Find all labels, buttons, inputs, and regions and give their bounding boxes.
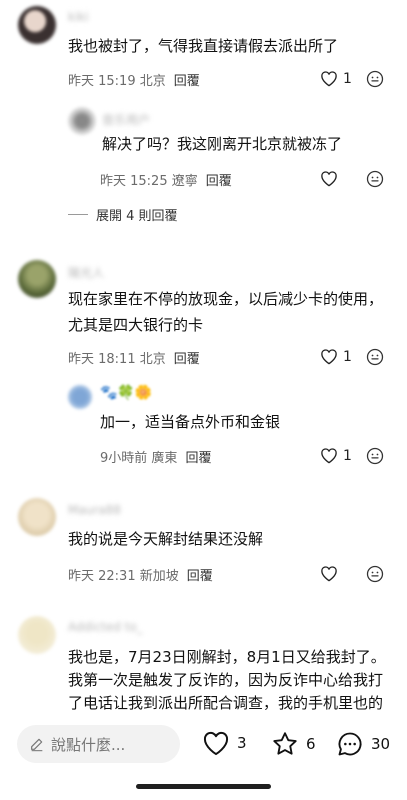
heart-outline-icon	[321, 566, 337, 582]
favorite-count: 6	[306, 735, 316, 753]
home-indicator[interactable]	[136, 784, 271, 789]
comment-text-line-1: 现在家里在不停的放现金，以后减少卡的使用，	[68, 290, 384, 308]
post-like-button[interactable]: 3	[202, 730, 247, 756]
more-button[interactable]	[366, 565, 384, 583]
emoji-face-icon	[366, 170, 384, 188]
heart-outline-icon	[321, 71, 337, 87]
comment-text-line-1: 我也是，7月23日刚解封，8月1日又给我封了。	[68, 648, 386, 666]
emoji-face-icon	[366, 70, 384, 88]
pencil-icon	[31, 738, 43, 752]
comment-meta: 昨天 22:31 新加坡 回覆	[68, 565, 213, 584]
comment-username[interactable]: 🐾🍀🌼	[100, 385, 152, 401]
expand-replies-label: 展開 4 則回覆	[96, 209, 178, 224]
emoji-face-icon	[366, 447, 384, 465]
comment-location: 北京	[139, 74, 166, 89]
comment-text: 我的说是今天解封结果还没解	[68, 530, 264, 548]
more-button[interactable]	[366, 447, 384, 465]
comment-location: 新加坡	[139, 569, 179, 584]
comment-time: 昨天 15:19	[68, 74, 136, 89]
more-button[interactable]	[366, 348, 384, 366]
comment-username[interactable]: Maura88	[68, 503, 121, 517]
comment-username[interactable]: kiki	[68, 10, 89, 24]
like-button[interactable]: 1	[320, 348, 352, 365]
heart-outline-icon	[321, 448, 337, 464]
like-count: 1	[343, 348, 352, 365]
comment-meta: 昨天 15:25 遼寧 回覆	[100, 170, 232, 189]
heart-outline-icon	[321, 171, 337, 187]
heart-outline-icon	[321, 349, 337, 365]
avatar[interactable]	[68, 385, 92, 409]
comment-location: 廣東	[151, 451, 178, 466]
comment-username[interactable]: 音乐用户	[102, 111, 150, 128]
reply-button[interactable]: 回覆	[174, 70, 200, 89]
favorite-button[interactable]: 6	[271, 730, 316, 758]
comment-username[interactable]: 陽光人	[68, 264, 104, 281]
star-outline-icon	[273, 732, 297, 755]
avatar[interactable]	[18, 498, 56, 536]
reply-button[interactable]: 回覆	[206, 170, 232, 189]
avatar[interactable]	[18, 260, 56, 298]
comments-list: kiki 我也被封了，气得我直接请假去派出所了 昨天 15:19 北京 回覆 1…	[0, 0, 407, 716]
reply-placeholder: 說點什麼...	[51, 735, 126, 754]
comment-meta: 昨天 18:11 北京 回覆	[68, 348, 200, 367]
comment-meta: 9小時前 廣東 回覆	[100, 447, 211, 466]
emoji-face-icon	[366, 348, 384, 366]
like-count: 1	[343, 447, 352, 464]
comment-text: 加一，适当备点外币和金银	[100, 413, 281, 431]
like-button[interactable]	[320, 170, 338, 187]
like-button[interactable]: 1	[320, 447, 352, 464]
more-button[interactable]	[366, 70, 384, 88]
post-like-count: 3	[237, 734, 247, 752]
emoji-face-icon	[366, 565, 384, 583]
reply-button[interactable]: 回覆	[174, 348, 200, 367]
comment-text-line-2: 尤其是四大银行的卡	[68, 316, 204, 334]
heart-outline-icon	[203, 731, 229, 756]
speech-bubble-icon	[338, 732, 362, 756]
comment-button[interactable]: 30	[336, 730, 390, 758]
reply-input[interactable]: 說點什麼...	[17, 725, 180, 763]
comment-meta: 昨天 15:19 北京 回覆	[68, 70, 200, 89]
more-button[interactable]	[366, 170, 384, 188]
comment-location: 遼寧	[171, 174, 198, 189]
avatar[interactable]	[18, 616, 56, 654]
comment-location: 北京	[139, 352, 166, 367]
avatar[interactable]	[68, 107, 96, 135]
comment-text-line-3: 了电话让我到派出所配合调查，我的手机里也的	[68, 694, 384, 712]
comment-time: 昨天 15:25	[100, 174, 168, 189]
avatar[interactable]	[18, 6, 56, 44]
comment-text: 解决了吗？我这刚离开北京就被冻了	[102, 135, 343, 153]
comment-time: 昨天 18:11	[68, 352, 136, 367]
bottom-action-bar: 說點什麼... 3 6 30	[0, 716, 407, 800]
like-button[interactable]: 1	[320, 70, 352, 87]
comment-text-line-2: 我第一次是触发了反诈的，因为反诈中心给我打	[68, 671, 384, 689]
comment-username[interactable]: Addicted to_	[68, 620, 143, 634]
comment-text: 我也被封了，气得我直接请假去派出所了	[68, 37, 339, 55]
comment-count: 30	[371, 735, 391, 753]
like-button[interactable]	[320, 565, 338, 582]
reply-button[interactable]: 回覆	[187, 565, 213, 584]
like-count: 1	[343, 70, 352, 87]
comment-time: 9小時前	[100, 451, 148, 466]
divider	[68, 214, 88, 215]
comment-time: 昨天 22:31	[68, 569, 136, 584]
reply-button[interactable]: 回覆	[185, 447, 211, 466]
expand-replies-button[interactable]: 展開 4 則回覆	[68, 205, 178, 224]
